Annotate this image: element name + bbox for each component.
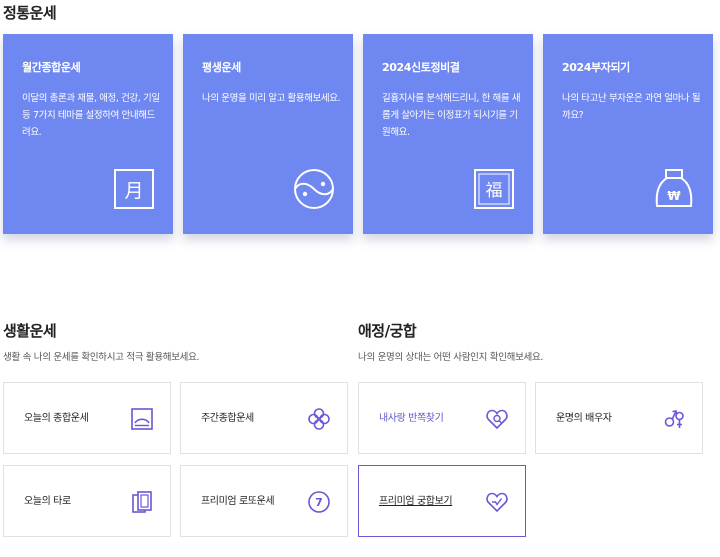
tile-label: 주간종합운세 [201,413,254,424]
card-title: 월간종합운세 [22,61,81,74]
card-monthly-fortune[interactable]: 월간종합운세 이달의 총론과 재물, 애정, 건강, 기일 등 7가지 테마를 … [3,34,173,234]
section-description-life: 생활 속 나의 운세를 확인하시고 적극 활용해보세요. [3,352,200,363]
tile-premium-lotto[interactable]: 프리미엄 로또운세 7 [180,465,348,537]
svg-text:月: 月 [124,180,143,202]
svg-text:福: 福 [486,181,503,201]
svg-text:7: 7 [315,496,323,509]
yin-yang-icon [294,169,334,209]
clover-icon [308,408,330,430]
tile-today-fortune[interactable]: 오늘의 종합운세 [3,382,171,454]
card-title: 2024신토정비결 [382,61,460,74]
money-bag-icon: ₩ [655,169,693,207]
tile-label: 내사랑 반쪽찾기 [379,413,444,424]
tile-label: 오늘의 종합운세 [24,413,89,424]
card-new-tojeong[interactable]: 2024신토정비결 길흉지사를 분석해드리니, 한 해를 새롭게 살아가는 이정… [363,34,533,234]
card-become-rich[interactable]: 2024부자되기 나의 타고난 부자운은 과연 얼마나 될까요? ₩ [543,34,713,234]
tile-label: 오늘의 타로 [24,496,71,507]
sunrise-frame-icon [131,408,153,430]
heart-search-icon [486,409,508,430]
card-title: 2024부자되기 [562,61,630,74]
tile-label: 프리미엄 로또운세 [201,496,275,507]
heart-link-icon [486,492,508,513]
tile-destined-spouse[interactable]: 운명의 배우자 [535,382,703,454]
tile-label: 프리미엄 궁합보기 [379,496,453,507]
tarot-cards-icon [132,491,152,513]
moon-calendar-icon: 月 [114,169,154,209]
tile-weekly-fortune[interactable]: 주간종합운세 [180,382,348,454]
tile-find-my-love[interactable]: 내사랑 반쪽찾기 [358,382,526,454]
svg-text:₩: ₩ [667,189,681,203]
gender-symbols-icon [664,410,684,428]
card-description: 나의 운명을 미리 알고 활용해보세요. [202,93,341,104]
fortune-stamp-icon: 福 [474,169,514,209]
card-description: 나의 타고난 부자운은 과연 얼마나 될까요? [562,93,701,121]
section-title-love: 애정/궁합 [358,322,417,340]
section-title-life: 생활운세 [3,322,57,340]
card-description: 길흉지사를 분석해드리니, 한 해를 새롭게 살아가는 이정표가 되시기를 기원… [382,93,521,138]
section-title-traditional: 정통운세 [3,4,57,22]
card-lifetime-fortune[interactable]: 평생운세 나의 운명을 미리 알고 활용해보세요. [183,34,353,234]
card-title: 평생운세 [202,61,241,74]
tile-label: 운명의 배우자 [556,413,612,424]
card-description: 이달의 총론과 재물, 애정, 건강, 기일 등 7가지 테마를 설정하여 안내… [22,93,160,138]
tile-today-tarot[interactable]: 오늘의 타로 [3,465,171,537]
section-description-love: 나의 운명의 상대는 어떤 사람인지 확인해보세요. [358,352,544,363]
lotto-ball-icon: 7 [308,491,330,513]
tile-premium-compatibility[interactable]: 프리미엄 궁합보기 [358,465,526,537]
